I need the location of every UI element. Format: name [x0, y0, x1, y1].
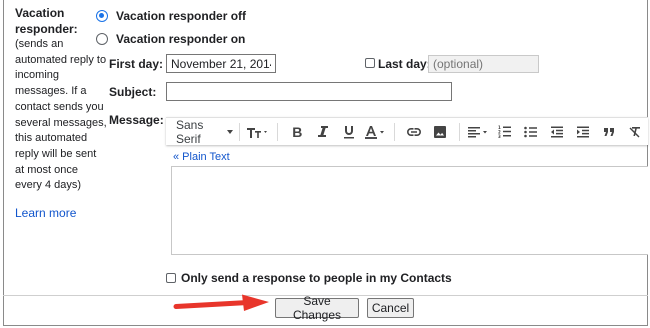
first-day-label: First day: — [109, 57, 164, 71]
remove-formatting-icon — [629, 126, 641, 137]
last-day-input[interactable] — [428, 55, 539, 73]
formatting-toolbar: Sans Serif B 123 — [166, 117, 648, 145]
indent-less-button[interactable] — [545, 121, 569, 143]
red-arrow-icon — [173, 294, 269, 311]
responder-on-label: Vacation responder on — [116, 32, 246, 46]
contacts-only-checkbox[interactable] — [166, 273, 176, 283]
font-size-button[interactable] — [246, 121, 270, 143]
align-button[interactable] — [467, 121, 491, 143]
italic-icon — [318, 126, 329, 137]
last-day-label: Last day: — [378, 57, 431, 71]
message-editor[interactable] — [171, 166, 648, 255]
remove-formatting-button[interactable] — [623, 121, 647, 143]
font-family-select[interactable]: Sans Serif — [176, 117, 233, 145]
quote-button[interactable] — [597, 121, 621, 143]
link-button[interactable] — [402, 121, 426, 143]
italic-button[interactable] — [311, 121, 335, 143]
bold-button[interactable]: B — [285, 121, 309, 143]
save-changes-button[interactable]: Save Changes — [275, 294, 359, 322]
indent-more-button[interactable] — [571, 121, 595, 143]
cancel-button[interactable]: Cancel — [367, 298, 414, 318]
contacts-only-option[interactable]: Only send a response to people in my Con… — [166, 271, 452, 285]
numbered-list-icon: 123 — [498, 125, 512, 138]
responder-off-label: Vacation responder off — [116, 9, 247, 23]
responder-on-option[interactable]: Vacation responder on — [96, 32, 245, 46]
last-day-checkbox[interactable] — [365, 58, 375, 68]
section-description: (sends an automated reply to incoming me… — [15, 38, 107, 192]
align-left-icon — [468, 126, 488, 137]
subject-label: Subject: — [109, 85, 157, 99]
message-label: Message: — [109, 113, 164, 127]
toolbar-divider — [238, 122, 240, 141]
quote-icon — [604, 127, 615, 136]
toolbar-divider — [394, 122, 396, 141]
contacts-only-label: Only send a response to people in my Con… — [181, 271, 452, 285]
toolbar-divider — [459, 122, 461, 141]
underline-icon — [344, 125, 355, 138]
plain-text-link[interactable]: « Plain Text — [173, 151, 230, 163]
radio-on[interactable] — [96, 33, 108, 45]
underline-button[interactable] — [337, 121, 361, 143]
image-icon — [434, 125, 447, 138]
first-day-input[interactable] — [166, 54, 276, 73]
radio-off[interactable] — [96, 10, 108, 22]
svg-text:3: 3 — [498, 134, 501, 138]
link-icon — [407, 127, 422, 136]
image-button[interactable] — [428, 121, 452, 143]
bulleted-list-button[interactable] — [519, 121, 543, 143]
bulleted-list-icon — [524, 126, 538, 137]
text-color-button[interactable] — [363, 121, 387, 143]
numbered-list-button[interactable]: 123 — [493, 121, 517, 143]
font-family-value: Sans Serif — [176, 117, 204, 145]
bold-icon: B — [292, 123, 303, 140]
font-size-icon — [247, 127, 268, 138]
toolbar-divider — [277, 122, 279, 141]
subject-input[interactable] — [166, 82, 452, 101]
responder-off-option[interactable]: Vacation responder off — [96, 9, 246, 23]
section-title: Vacation responder: — [15, 6, 78, 36]
text-color-icon — [365, 125, 385, 139]
learn-more-link[interactable]: Learn more — [15, 206, 76, 220]
indent-more-icon — [577, 126, 590, 137]
chevron-down-icon — [226, 129, 233, 134]
indent-less-icon — [551, 126, 564, 137]
